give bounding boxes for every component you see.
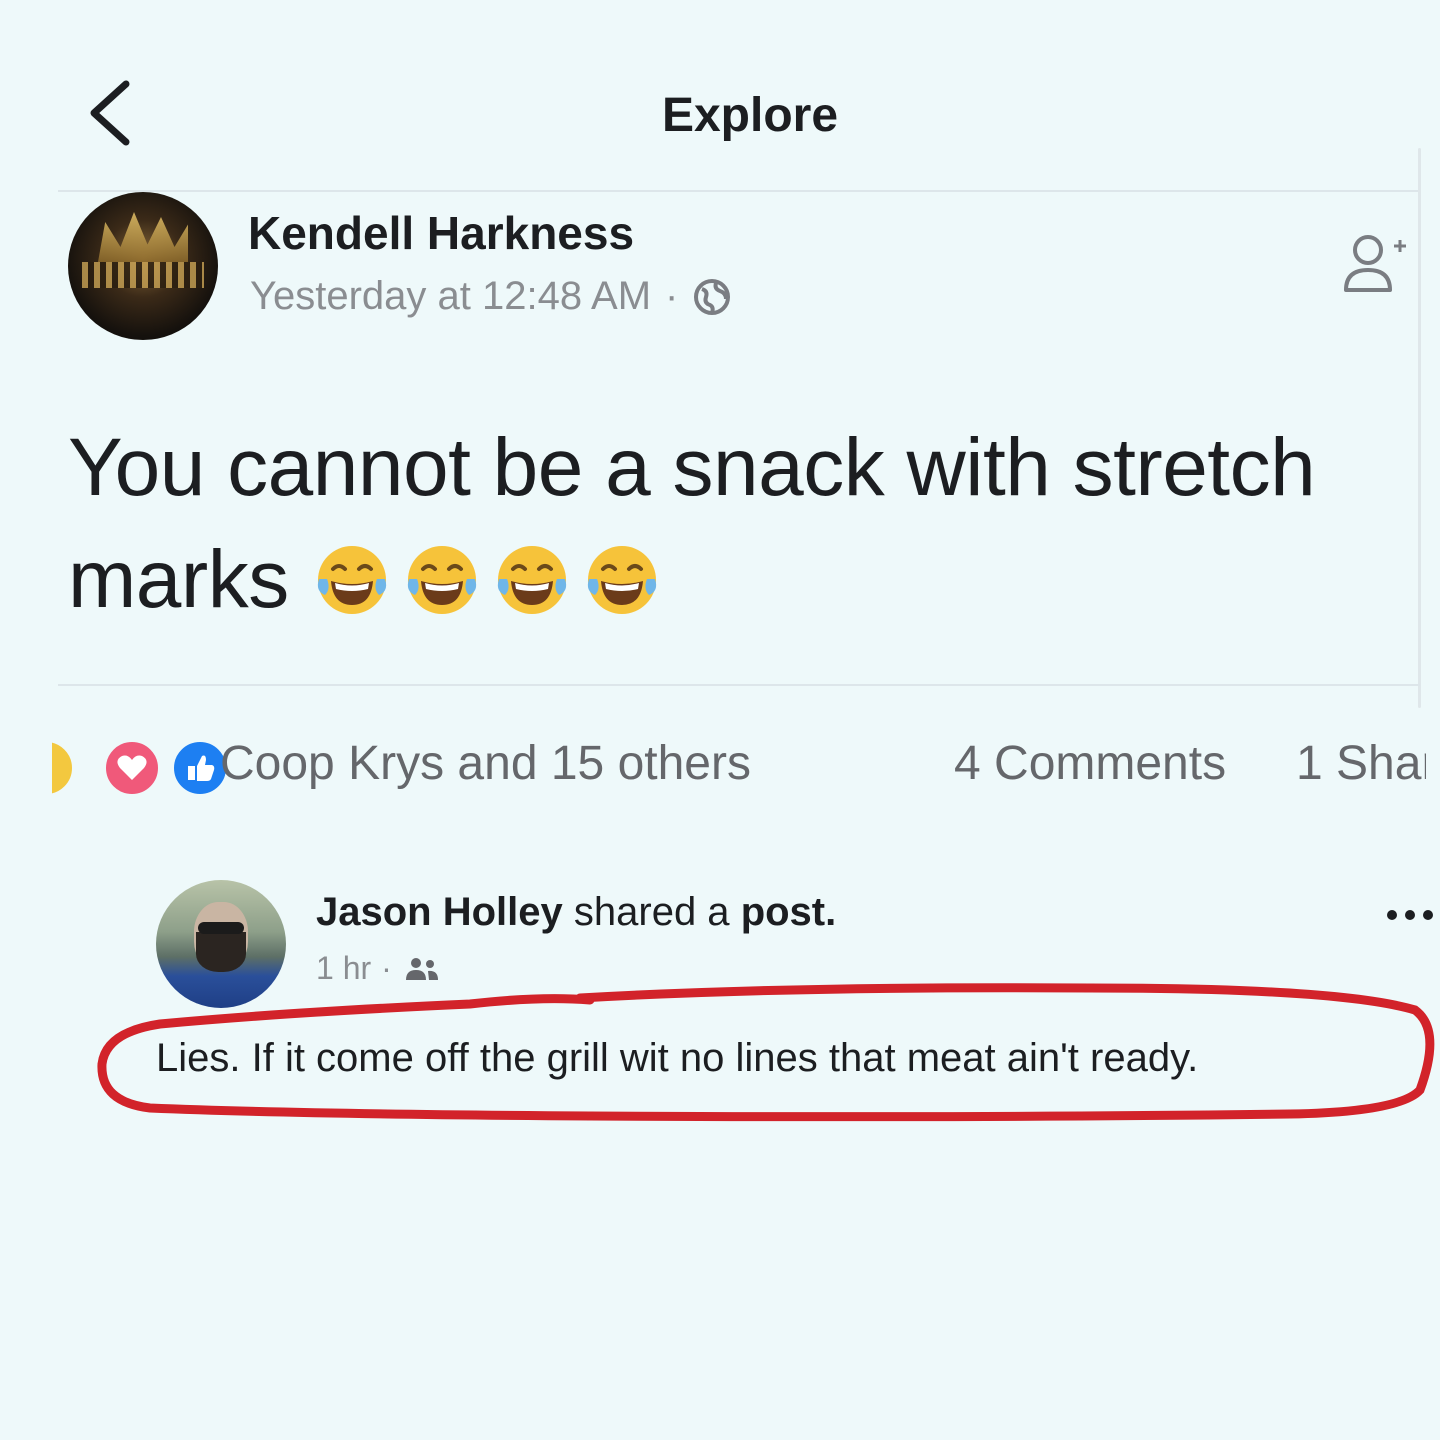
face-with-tears-of-joy-emoji-icon (407, 546, 477, 614)
more-options-icon[interactable] (1384, 900, 1440, 930)
love-reaction-icon (102, 738, 162, 798)
shared-post-link[interactable]: post. (741, 890, 837, 934)
haha-reaction-icon (52, 738, 76, 798)
author-avatar[interactable] (68, 192, 218, 340)
emoji-row (311, 534, 671, 625)
card-edge (1418, 148, 1421, 708)
post-divider (58, 684, 1420, 686)
header-divider (58, 190, 1420, 192)
post-text-content: You cannot be a snack with stretch marks (68, 422, 1316, 625)
share-action: shared a (573, 890, 730, 934)
avatar-glasses-graphic (198, 922, 244, 934)
comments-count[interactable]: 4 Comments (954, 736, 1226, 791)
red-annotation-circle (97, 983, 1435, 1122)
friends-audience-icon (405, 957, 438, 980)
avatar-crown-graphic (98, 212, 188, 262)
post-timestamp[interactable]: Yesterday at 12:48 AM (250, 274, 651, 319)
sharer-name[interactable]: Jason Holley (316, 890, 563, 934)
face-with-tears-of-joy-emoji-icon (587, 546, 657, 614)
post-text: You cannot be a snack with stretch marks (68, 412, 1398, 636)
post-meta: Yesterday at 12:48 AM · (250, 274, 732, 319)
meta-separator: · (665, 274, 679, 318)
avatar-band-graphic (82, 262, 204, 288)
shares-count[interactable]: 1 Shar (1296, 736, 1426, 791)
author-name[interactable]: Kendell Harkness (248, 206, 634, 260)
add-friend-icon[interactable] (1338, 222, 1418, 302)
share-headline: Jason Holley shared a post. (316, 890, 836, 935)
face-with-tears-of-joy-emoji-icon (317, 546, 387, 614)
reaction-names[interactable]: Coop Krys and 15 others (220, 736, 751, 791)
avatar-beard-graphic (196, 932, 246, 972)
page-title: Explore (661, 89, 839, 142)
globe-icon (694, 278, 731, 315)
face-with-tears-of-joy-emoji-icon (497, 546, 567, 614)
